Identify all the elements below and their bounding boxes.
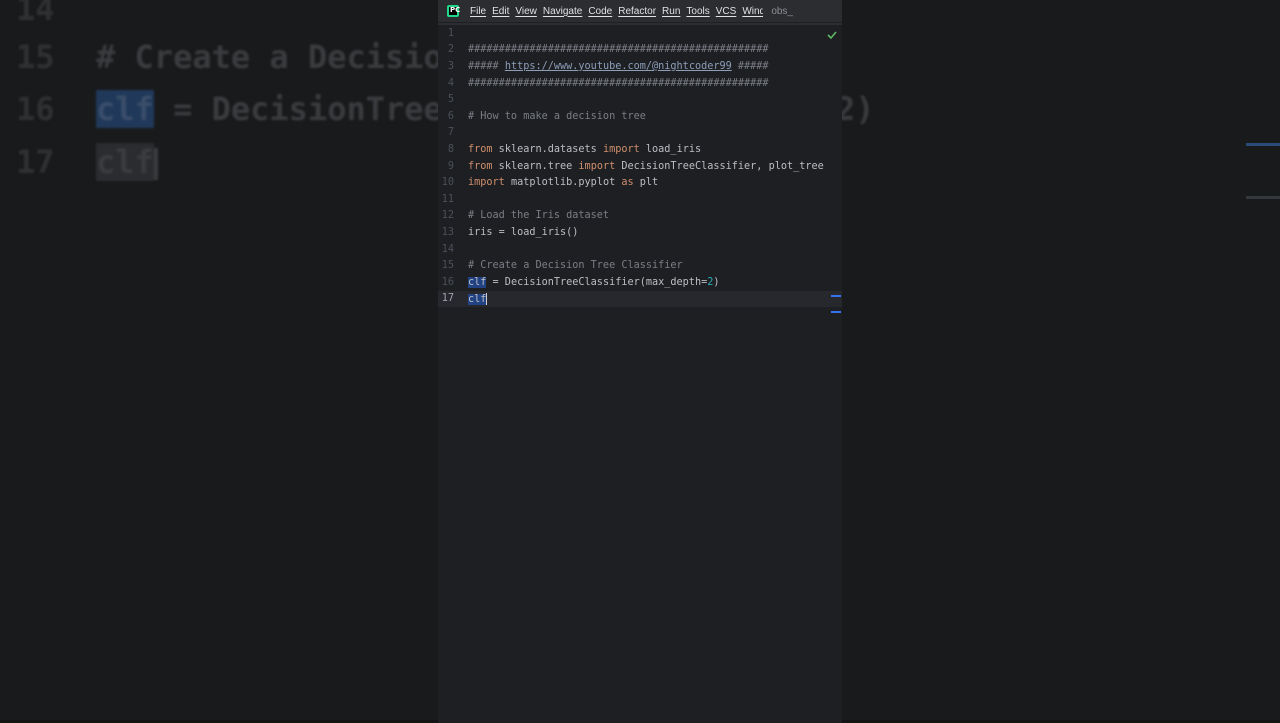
bg-scroll-mark — [1246, 196, 1280, 199]
line-number[interactable]: 13 — [438, 227, 454, 238]
bg-scroll-mark — [1246, 143, 1280, 146]
code-text[interactable]: # Create a Decision Tree Classifier — [468, 260, 683, 271]
text-caret — [486, 292, 488, 305]
code-text[interactable]: # How to make a decision tree — [468, 111, 646, 122]
token-comment: ##### — [731, 60, 769, 72]
menu-tools[interactable]: Tools — [683, 6, 712, 17]
ide-window: PC File Edit View Navigate Code Refactor… — [438, 0, 842, 723]
code-line[interactable]: 7 — [438, 125, 842, 142]
project-name[interactable]: obs_ — [771, 6, 793, 17]
code-text[interactable]: clf = DecisionTreeClassifier(max_depth=2… — [468, 276, 720, 288]
line-number[interactable]: 6 — [438, 111, 454, 122]
code-text[interactable]: ########################################… — [468, 44, 769, 55]
code-line[interactable]: 9 from sklearn.tree import DecisionTreeCl… — [438, 158, 842, 175]
line-number[interactable]: 16 — [438, 277, 454, 288]
line-number[interactable]: 1 — [438, 28, 454, 39]
token-comment: ##### — [468, 60, 505, 72]
scrollbar-marker[interactable] — [831, 311, 841, 313]
token-comment: # Create a Decision Tree Classifier — [468, 260, 683, 272]
menu-view[interactable]: View — [512, 6, 540, 17]
code-lines: 1 2 ######################################… — [438, 25, 842, 308]
token-plain: iris = load_iris() — [468, 226, 579, 238]
code-line[interactable]: 12 # Load the Iris dataset — [438, 208, 842, 225]
code-text[interactable]: ########################################… — [468, 78, 769, 89]
line-number[interactable]: 7 — [438, 127, 454, 138]
line-number[interactable]: 2 — [438, 44, 454, 55]
line-number[interactable]: 12 — [438, 210, 454, 221]
token-plain: ) — [713, 276, 720, 288]
bg-line-16: 16 clf = DecisionTree — [16, 90, 438, 128]
token-plain: = DecisionTreeClassifier(max_depth= — [486, 276, 708, 288]
code-line[interactable]: 8 from sklearn.datasets import load_iris — [438, 141, 842, 158]
token-plain: matplotlib.pyplot — [504, 177, 622, 189]
menu-file[interactable]: File — [467, 6, 489, 17]
menu-bar: PC File Edit View Navigate Code Refactor… — [438, 0, 842, 23]
code-text[interactable]: from sklearn.datasets import load_iris — [468, 144, 701, 155]
bg-fragment: 2) — [842, 90, 875, 128]
token-plain: DecisionTreeClassifier, plot_tree — [615, 160, 824, 172]
menu-code[interactable]: Code — [585, 6, 615, 17]
code-line[interactable]: 10 import matplotlib.pyplot as plt — [438, 174, 842, 191]
line-number[interactable]: 11 — [438, 194, 454, 205]
token-kw: import — [602, 143, 640, 155]
line-number[interactable]: 15 — [438, 260, 454, 271]
line-number[interactable]: 9 — [438, 161, 454, 172]
menu-run[interactable]: Run — [659, 6, 683, 17]
code-editor[interactable]: 1 2 ######################################… — [438, 25, 842, 723]
token-sel: clf — [468, 293, 487, 305]
token-comment: # How to make a decision tree — [468, 110, 646, 122]
scrollbar-marker[interactable] — [831, 295, 841, 297]
code-text[interactable]: import matplotlib.pyplot as plt — [468, 177, 658, 188]
code-line[interactable]: 2 #######################################… — [438, 42, 842, 59]
line-number[interactable]: 3 — [438, 61, 454, 72]
code-text[interactable]: ##### https://www.youtube.com/@nightcode… — [468, 61, 769, 72]
code-line[interactable]: 14 — [438, 241, 842, 258]
token-sel: clf — [468, 276, 487, 288]
token-kw: from — [468, 160, 493, 172]
code-text[interactable]: from sklearn.tree import DecisionTreeCla… — [468, 161, 824, 172]
code-line[interactable]: 15 # Create a Decision Tree Classifier — [438, 257, 842, 274]
code-line[interactable]: 11 — [438, 191, 842, 208]
menu-vcs[interactable]: VCS — [713, 6, 740, 17]
line-number[interactable]: 17 — [438, 293, 454, 304]
code-text[interactable]: iris = load_iris() — [468, 227, 578, 238]
line-number[interactable]: 10 — [438, 177, 454, 188]
menu-navigate[interactable]: Navigate — [540, 6, 585, 17]
token-plain: plt — [633, 177, 659, 189]
token-comment: # Load the Iris dataset — [468, 210, 610, 222]
token-kw: from — [468, 143, 493, 155]
token-plain: sklearn.tree — [492, 160, 579, 172]
bg-line-14: 14 — [16, 0, 55, 28]
code-line[interactable]: 1 — [438, 25, 842, 42]
code-line[interactable]: 4 #######################################… — [438, 75, 842, 92]
background-zoom-left: 14 15 # Create a Decisio 16 clf = Decision… — [0, 0, 438, 720]
line-number[interactable]: 5 — [438, 94, 454, 105]
menu-window[interactable]: Wind — [739, 6, 763, 17]
code-line[interactable]: 6 # How to make a decision tree — [438, 108, 842, 125]
menu-refactor[interactable]: Refactor — [615, 6, 659, 17]
token-comment: ########################################… — [468, 44, 769, 56]
background-zoom-right: 2) — [842, 0, 1280, 720]
bg-line-17: 17 clf — [16, 143, 158, 181]
line-number[interactable]: 8 — [438, 144, 454, 155]
pycharm-logo-icon[interactable]: PC — [447, 5, 460, 17]
menu-edit[interactable]: Edit — [489, 6, 512, 17]
token-plain: load_iris — [639, 143, 702, 155]
line-number[interactable]: 14 — [438, 244, 454, 255]
code-line[interactable]: 13 iris = load_iris() — [438, 224, 842, 241]
line-number[interactable]: 4 — [438, 78, 454, 89]
code-line[interactable]: 16 clf = DecisionTreeClassifier(max_depth… — [438, 274, 842, 291]
token-plain: sklearn.datasets — [492, 143, 603, 155]
token-kw: as — [621, 177, 634, 189]
token-link[interactable]: https://www.youtube.com/@nightcoder99 — [505, 61, 732, 72]
token-kw: import — [578, 160, 616, 172]
code-line[interactable]: 5 — [438, 91, 842, 108]
code-text[interactable]: # Load the Iris dataset — [468, 210, 609, 221]
token-kw: import — [468, 177, 505, 189]
bg-line-15: 15 # Create a Decisio — [16, 38, 438, 76]
token-comment: ########################################… — [468, 77, 769, 89]
code-line[interactable]: 17 clf — [438, 290, 842, 308]
code-text[interactable]: clf — [468, 292, 488, 305]
code-line[interactable]: 3 ##### https://www.youtube.com/@nightcod… — [438, 58, 842, 75]
